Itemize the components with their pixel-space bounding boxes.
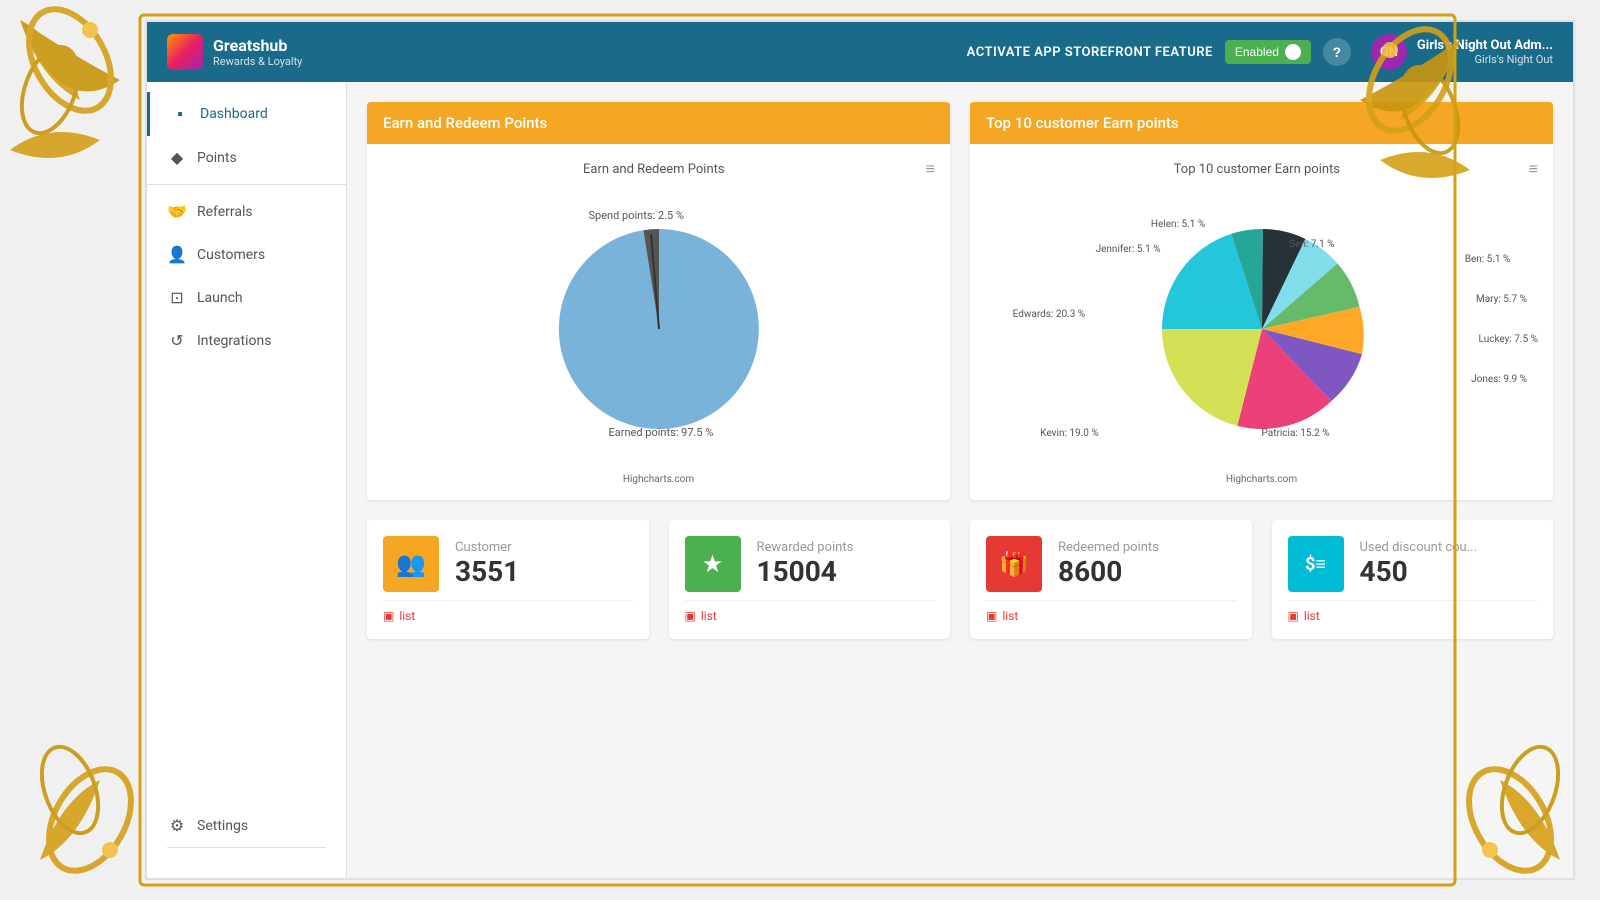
earn-redeem-header: Earn and Redeem Points [367,102,950,144]
discount-link[interactable]: ▣ list [1288,600,1538,623]
rewarded-label: Rewarded points [757,540,854,555]
redeemed-icon: 🎁 [986,536,1042,592]
jones-label: Jones: 9.9 % [1471,374,1527,385]
redeemed-link-icon: ▣ [986,609,997,623]
customers-icon: 👤 [167,245,187,264]
earn-redeem-menu[interactable]: ≡ [926,159,935,179]
rewarded-icon: ★ [685,536,741,592]
ben-label: Ben: 5.1 % [1465,254,1511,265]
customer-link-label: list [399,609,415,623]
redeemed-label: Redeemed points [1058,540,1159,555]
sidebar-item-customers[interactable]: 👤 Customers [147,233,346,276]
customer-link-icon: ▣ [383,609,394,623]
integrations-icon: ↺ [167,331,187,350]
activate-label: ACTIVATE APP STOREFRONT FEATURE [967,45,1213,60]
sidebar-label-referrals: Referrals [197,204,253,220]
top10-header: Top 10 customer Earn points [970,102,1553,144]
discount-label: Used discount cou... [1360,540,1478,555]
dashboard-icon: ▪ [170,104,190,124]
logo: Greatshub Rewards & Loyalty [167,34,302,70]
logo-icon [167,34,203,70]
stat-redeemed: 🎁 Redeemed points 8600 ▣ list [970,520,1252,639]
highcharts-label-2: Highcharts.com [985,474,1538,485]
stat-customer: 👥 Customer 3551 ▣ list [367,520,649,639]
charts-row: Earn and Redeem Points Earn and Redeem P… [367,102,1553,500]
earned-points-label: Earned points: 97.5 % [609,426,714,439]
logo-text: Greatshub Rewards & Loyalty [213,36,302,68]
mary-label: Mary: 5.7 % [1476,294,1527,305]
discount-link-label: list [1304,609,1320,623]
redeemed-link-label: list [1002,609,1018,623]
user-name: Girls's Night Out Adm... [1417,38,1553,53]
settings-icon: ⚙ [167,816,187,835]
stat-rewarded: ★ Rewarded points 15004 ▣ list [669,520,951,639]
rewarded-link-icon: ▣ [685,609,696,623]
stat-discount: $≡ Used discount cou... 450 ▣ list [1272,520,1554,639]
earn-redeem-pie [549,219,769,439]
stats-row: 👥 Customer 3551 ▣ list ★ [367,520,1553,639]
main-content: Earn and Redeem Points Earn and Redeem P… [347,82,1573,878]
earn-redeem-body: Earn and Redeem Points ≡ [367,144,950,500]
rewarded-link-label: list [701,609,717,623]
spend-points-label: Spend points: 2.5 % [589,209,684,222]
kevin-label: Kevin: 19.0 % [1040,428,1098,439]
sidebar-label-customers: Customers [197,247,265,263]
customer-link[interactable]: ▣ list [383,600,633,623]
toggle-label: Enabled [1235,45,1279,59]
top10-menu[interactable]: ≡ [1529,159,1538,179]
header-center: ACTIVATE APP STOREFRONT FEATURE Enabled … [967,38,1351,66]
luckey-label: Luckey: 7.5 % [1479,334,1538,345]
help-button[interactable]: ? [1323,38,1351,66]
user-info: Girls's Night Out Adm... Girls's Night O… [1417,38,1553,66]
discount-icon: $≡ [1288,536,1344,592]
launch-icon: ⊡ [167,288,187,307]
referrals-icon: 🤝 [167,202,187,221]
redeemed-value: 8600 [1058,555,1159,588]
toggle-button[interactable]: Enabled [1225,40,1311,64]
customer-value: 3551 [455,555,519,588]
top10-title: Top 10 customer Earn points [985,162,1529,177]
discount-link-icon: ▣ [1288,609,1299,623]
sidebar-divider [147,184,346,185]
customer-label: Customer [455,540,519,555]
rewarded-value: 15004 [757,555,854,588]
earn-redeem-title: Earn and Redeem Points [382,162,926,177]
top10-pie [1152,219,1372,439]
patricia-label: Patricia: 15.2 % [1262,428,1330,439]
top10-body: Top 10 customer Earn points ≡ [970,144,1553,500]
user-store: Girls's Night Out [1417,53,1553,66]
jennifer-label: Jennifer: 5.1 % [1096,244,1161,255]
sen-label: Sen: 7.1 % [1289,239,1334,250]
points-icon: ◆ [167,148,187,167]
sidebar-label-dashboard: Dashboard [200,106,268,122]
highcharts-label-1: Highcharts.com [382,474,935,485]
sidebar-item-points[interactable]: ◆ Points [147,136,346,179]
redeemed-link[interactable]: ▣ list [986,600,1236,623]
edwards-label: Edwards: 20.3 % [1013,309,1086,320]
sidebar-item-referrals[interactable]: 🤝 Referrals [147,190,346,233]
header: Greatshub Rewards & Loyalty ACTIVATE APP… [147,22,1573,82]
sidebar: ▪ Dashboard ◆ Points 🤝 Referrals 👤 Custo… [147,82,347,878]
sidebar-item-integrations[interactable]: ↺ Integrations [147,319,346,362]
sidebar-item-launch[interactable]: ⊡ Launch [147,276,346,319]
brand-name: Greatshub [213,36,302,55]
sidebar-item-dashboard[interactable]: ▪ Dashboard [147,92,346,136]
brand-tagline: Rewards & Loyalty [213,55,302,68]
sidebar-label-points: Points [197,150,237,166]
rewarded-link[interactable]: ▣ list [685,600,935,623]
discount-value: 450 [1360,555,1478,588]
customer-icon: 👥 [383,536,439,592]
sidebar-label-integrations: Integrations [197,333,271,349]
toggle-circle [1285,44,1301,60]
sidebar-label-launch: Launch [197,290,243,306]
earn-redeem-card: Earn and Redeem Points Earn and Redeem P… [367,102,950,500]
helen-label: Helen: 5.1 % [1151,219,1205,230]
sidebar-label-settings: Settings [197,818,248,834]
top10-card: Top 10 customer Earn points Top 10 custo… [970,102,1553,500]
sidebar-item-settings[interactable]: ⚙ Settings [147,804,346,847]
user-avatar: GN [1371,34,1407,70]
